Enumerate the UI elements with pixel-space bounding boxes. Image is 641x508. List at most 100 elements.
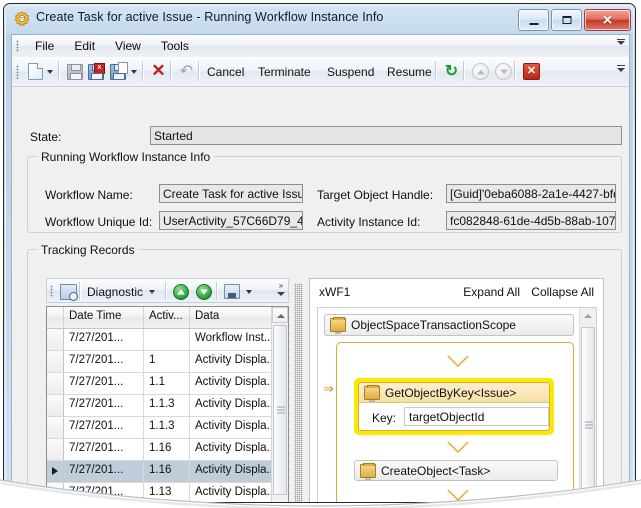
move-up-button[interactable] xyxy=(468,61,493,82)
highlighted-activity-wrapper[interactable]: GetObjectByKey<Issue> Key: targetObjectI… xyxy=(354,378,554,435)
tracking-profile-dropdown[interactable]: Diagnostic xyxy=(84,282,158,301)
workflow-canvas[interactable]: ObjectSpaceTransactionScope GetObjectByK… xyxy=(317,307,597,502)
cell-activity[interactable]: 1 xyxy=(144,351,190,372)
cell-activity[interactable]: 1.1 xyxy=(144,373,190,394)
row-selector-cell[interactable] xyxy=(47,439,64,460)
cell-data[interactable]: Activity Displa... xyxy=(190,461,274,482)
row-selector-cell[interactable] xyxy=(47,483,64,502)
cell-date-time[interactable]: 7/27/201... xyxy=(64,439,144,460)
tracking-records-grid[interactable]: Date Time Activ... Data 7/27/201... Workf… xyxy=(46,306,289,502)
grid-header-data[interactable]: Data xyxy=(190,307,274,328)
grid-header-date-time[interactable]: Date Time xyxy=(64,307,144,328)
cell-date-time[interactable]: 7/27/201... xyxy=(64,329,144,350)
tracking-move-up-button[interactable] xyxy=(170,282,192,301)
cell-activity[interactable]: 1.13 xyxy=(144,483,190,502)
target-object-handle-field[interactable]: [Guid]'0eba6088-2a1e-4427-bfd8-4e xyxy=(446,184,616,203)
cell-data[interactable]: Activity Displa... xyxy=(190,395,274,416)
menu-item-view[interactable]: View xyxy=(106,37,150,55)
cell-date-time[interactable]: 7/27/201... xyxy=(64,351,144,372)
table-row[interactable]: 7/27/201... Workflow Inst... xyxy=(47,329,288,351)
collapse-all-link[interactable]: Collapse All xyxy=(531,285,594,299)
row-selector-cell[interactable] xyxy=(47,373,64,394)
cell-date-time[interactable]: 7/27/201... xyxy=(64,373,144,394)
tracking-export-dropdown[interactable] xyxy=(243,282,255,301)
row-selector-cell[interactable] xyxy=(47,417,64,438)
tracking-move-down-button[interactable] xyxy=(193,282,215,301)
scroll-up-button[interactable] xyxy=(272,307,288,323)
suspend-button[interactable]: Suspend xyxy=(323,61,378,82)
window-title: Create Task for active Issue - Running W… xyxy=(36,10,384,24)
row-selector-cell[interactable] xyxy=(47,461,64,482)
activity-instance-id-field[interactable]: fc082848-61de-4d5b-88ab-10775f96 xyxy=(446,211,616,230)
save-as-button[interactable]: x xyxy=(84,61,108,82)
grid-vertical-scrollbar[interactable] xyxy=(271,307,288,502)
table-row[interactable]: 7/27/201... 1.1 Activity Displa... xyxy=(47,373,288,395)
row-selector-cell[interactable] xyxy=(47,329,64,350)
menu-overflow-button[interactable] xyxy=(615,37,626,55)
close-icon: ✕ xyxy=(602,12,613,28)
terminate-button[interactable]: Terminate xyxy=(254,61,315,82)
activity-key-row: Key: targetObjectId xyxy=(359,403,549,430)
grid-header-activity[interactable]: Activ... xyxy=(144,307,190,328)
row-selector-cell[interactable] xyxy=(47,351,64,372)
tracking-export-button[interactable] xyxy=(221,282,243,301)
cell-activity[interactable] xyxy=(144,329,190,350)
table-row[interactable]: 7/27/201... 1.16 Activity Displa... xyxy=(47,439,288,461)
table-row[interactable]: 7/27/201... 1.1.3 Activity Displa... xyxy=(47,417,288,439)
activity-node-object-space-transaction-scope[interactable]: ObjectSpaceTransactionScope xyxy=(324,314,574,336)
table-row[interactable]: 7/27/201... 1.13 Activity Displa... xyxy=(47,483,288,502)
cell-data[interactable]: Activity Displa... xyxy=(190,373,274,394)
cell-date-time[interactable]: 7/27/201... xyxy=(64,417,144,438)
save-copy-dropdown-button[interactable] xyxy=(127,61,141,82)
delete-button[interactable]: ✕ xyxy=(147,61,170,82)
cell-date-time[interactable]: 7/27/201... xyxy=(64,483,144,502)
cell-data[interactable]: Workflow Inst... xyxy=(190,329,274,350)
table-row[interactable]: 7/27/201... 1 Activity Displa... xyxy=(47,351,288,373)
cell-date-time[interactable]: 7/27/201... xyxy=(64,461,144,482)
workflow-name-field[interactable]: Create Task for active Issue xyxy=(159,184,303,203)
minimize-button[interactable] xyxy=(518,9,549,31)
activity-get-object-by-key[interactable]: GetObjectByKey<Issue> Key: targetObjectI… xyxy=(358,382,550,431)
menu-item-file[interactable]: File xyxy=(26,37,63,55)
toolbar-drag-grip[interactable] xyxy=(16,65,19,79)
designer-vertical-scrollbar[interactable] xyxy=(579,308,596,502)
new-dropdown-button[interactable] xyxy=(43,61,57,82)
toolbar-separator xyxy=(142,61,144,81)
toolbar-overflow-button[interactable] xyxy=(615,61,626,82)
cancel-button[interactable]: Cancel xyxy=(203,61,248,82)
menu-item-tools[interactable]: Tools xyxy=(152,37,198,55)
resume-button[interactable]: Resume xyxy=(383,61,436,82)
row-selector-cell[interactable] xyxy=(47,395,64,416)
cell-activity[interactable]: 1.1.3 xyxy=(144,417,190,438)
designer-scroll-thumb[interactable] xyxy=(581,327,595,502)
refresh-button[interactable]: ↻ xyxy=(440,61,463,82)
table-row[interactable]: 7/27/201... 1.16 Activity Displa... xyxy=(47,461,288,483)
tracking-toolbar-grip[interactable] xyxy=(50,285,53,298)
cell-data[interactable]: Activity Displa... xyxy=(190,439,274,460)
close-button[interactable]: ✕ xyxy=(584,9,631,31)
cell-data[interactable]: Activity Displa... xyxy=(190,417,274,438)
designer-scroll-up-button[interactable] xyxy=(580,308,596,324)
workflow-unique-id-field[interactable]: UserActivity_57C66D79_43B9 xyxy=(159,211,303,230)
maximize-button[interactable] xyxy=(551,9,582,31)
cell-activity[interactable]: 1.1.3 xyxy=(144,395,190,416)
refresh-icon: ↻ xyxy=(444,63,459,80)
table-row[interactable]: 7/27/201... 1.1.3 Activity Displa... xyxy=(47,395,288,417)
menu-item-edit[interactable]: Edit xyxy=(65,37,104,55)
cell-data[interactable]: Activity Displa... xyxy=(190,351,274,372)
stop-button[interactable]: ✕ xyxy=(519,61,544,82)
cell-activity[interactable]: 1.16 xyxy=(144,461,190,482)
activity-create-object[interactable]: CreateObject<Task> xyxy=(354,460,558,481)
tracking-toolbar-overflow[interactable]: » xyxy=(275,282,286,301)
menu-drag-grip[interactable] xyxy=(16,40,19,52)
cell-date-time[interactable]: 7/27/201... xyxy=(64,395,144,416)
key-input[interactable]: targetObjectId xyxy=(404,407,549,426)
cell-activity[interactable]: 1.16 xyxy=(144,439,190,460)
expand-all-link[interactable]: Expand All xyxy=(463,285,520,299)
panel-splitter[interactable] xyxy=(294,283,303,502)
undo-button[interactable]: ↶ xyxy=(175,61,198,82)
grid-scroll-thumb[interactable] xyxy=(273,325,287,495)
cell-data[interactable]: Activity Displa... xyxy=(190,483,274,502)
move-down-button[interactable] xyxy=(491,61,516,82)
filter-button[interactable] xyxy=(57,282,80,301)
